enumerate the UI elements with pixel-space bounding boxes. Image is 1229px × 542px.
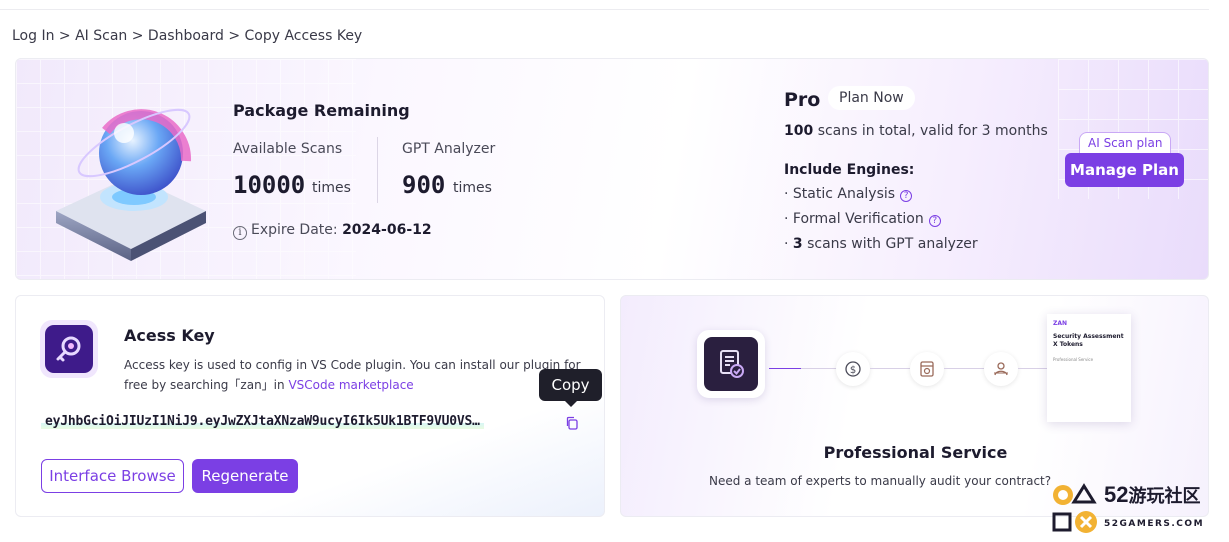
document-search-icon xyxy=(910,352,944,386)
assessment-report-preview: ZAN Security Assessment X Tokens Profess… xyxy=(1047,314,1131,422)
info-icon: i xyxy=(233,226,247,240)
flow-line xyxy=(801,368,841,369)
gpt-analyzer-value: 900 xyxy=(402,171,446,199)
copy-tooltip: Copy xyxy=(539,369,602,407)
engine-gpt-scans: · 3 scans with GPT analyzer xyxy=(784,236,978,252)
question-icon[interactable]: ? xyxy=(900,190,913,202)
access-key-description: Access key is used to config in VS Code … xyxy=(124,355,589,395)
vscode-marketplace-link[interactable]: VSCode marketplace xyxy=(288,378,413,392)
expire-date: 2024-06-12 xyxy=(342,222,432,238)
flow-line xyxy=(870,368,910,369)
expire-label: Expire Date: xyxy=(251,222,338,238)
plan-now-badge[interactable]: Plan Now xyxy=(828,86,915,110)
gpt-analyzer-unit: times xyxy=(453,180,492,196)
available-scans-unit: times xyxy=(312,180,351,196)
plan-total: 100 scans in total, valid for 3 months xyxy=(784,123,1048,139)
key-glyph-icon xyxy=(56,336,81,362)
plan-name: Pro xyxy=(784,89,821,111)
manage-plan-button[interactable]: Manage Plan xyxy=(1065,153,1184,187)
engine-bullet: · xyxy=(784,236,789,252)
question-icon[interactable]: ? xyxy=(928,215,941,227)
regenerate-button[interactable]: Regenerate xyxy=(192,459,298,493)
doc-subtitle: Professional Service xyxy=(1053,357,1094,362)
key-icon xyxy=(40,320,98,378)
user-check-icon xyxy=(984,352,1018,386)
flow-line xyxy=(769,368,801,369)
watermark-cn: 游玩社区 xyxy=(1128,486,1201,506)
copy-icon[interactable] xyxy=(565,416,579,430)
watermark-number: 52游玩社区 xyxy=(1104,482,1200,508)
watermark-num: 52 xyxy=(1104,482,1129,507)
engine-formal-verification: · Formal Verification? xyxy=(784,211,941,227)
svg-text:$: $ xyxy=(850,365,856,376)
service-title: Professional Service xyxy=(823,443,1008,462)
available-scans-label: Available Scans xyxy=(233,141,343,157)
engine-gpt-text: scans with GPT analyzer xyxy=(807,236,978,252)
top-divider xyxy=(0,9,1209,10)
doc-title: Security Assessment X Tokens xyxy=(1053,333,1124,348)
document-check-icon xyxy=(720,350,744,378)
interface-browse-button[interactable]: Interface Browse xyxy=(41,459,184,493)
gpt-analyzer-label: GPT Analyzer xyxy=(402,141,496,157)
package-card: Package Remaining Available Scans 10000 … xyxy=(15,58,1209,280)
watermark-logo xyxy=(1052,483,1097,533)
plan-total-count: 100 xyxy=(784,123,814,139)
engine-gpt-count: 3 xyxy=(792,236,803,252)
site-watermark: 52游玩社区 52GAMERS.COM xyxy=(1050,482,1225,538)
scan-sphere-illustration xyxy=(56,108,206,261)
dollar-icon: $ xyxy=(836,352,870,386)
engine-static-analysis: · Static Analysis? xyxy=(784,186,913,202)
breadcrumb: Log In > AI Scan > Dashboard > Copy Acce… xyxy=(12,28,363,44)
watermark-site: 52GAMERS.COM xyxy=(1104,519,1205,529)
available-scans-value: 10000 xyxy=(233,171,306,199)
doc-brand: ZAN xyxy=(1053,320,1068,327)
engines-title: Include Engines: xyxy=(784,162,915,178)
access-key-token: eyJhbGciOiJIUzI1NiJ9.eyJwZXJtaXNzaW9ucyI… xyxy=(41,414,484,429)
ai-scan-plan-tag: AI Scan plan xyxy=(1079,132,1172,154)
package-title: Package Remaining xyxy=(233,101,410,120)
column-divider xyxy=(377,137,378,203)
engine-label: · Static Analysis xyxy=(784,186,896,202)
service-description: Need a team of experts to manually audit… xyxy=(709,474,1052,488)
audit-report-icon xyxy=(697,330,765,398)
plan-total-text: scans in total, valid for 3 months xyxy=(817,123,1048,139)
access-key-card: Acess Key Access key is used to config i… xyxy=(15,295,605,517)
expire-date-row: i Expire Date: 2024-06-12 xyxy=(233,222,432,240)
flow-line xyxy=(1018,368,1047,369)
access-key-title: Acess Key xyxy=(124,326,215,345)
engine-label: · Formal Verification xyxy=(784,211,924,227)
flow-line xyxy=(944,368,984,369)
